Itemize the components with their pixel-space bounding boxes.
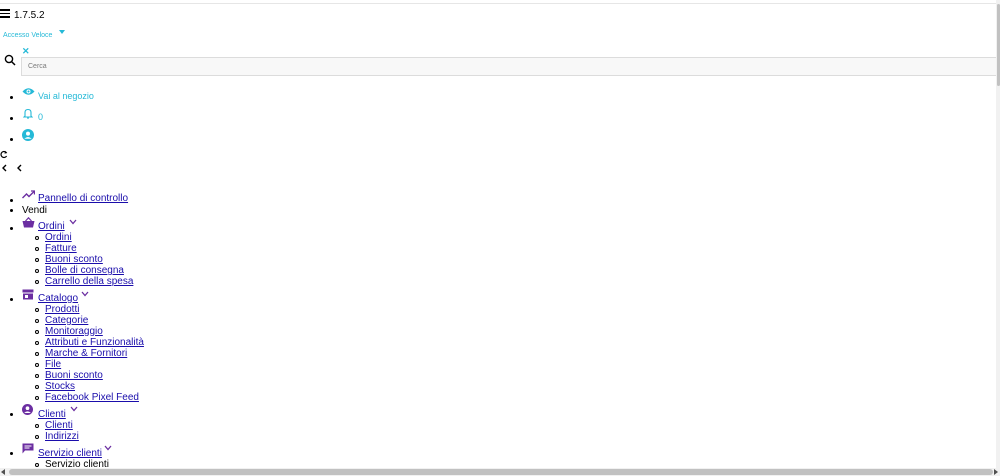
nav-item-categories[interactable]: Categorie: [45, 315, 88, 326]
top-divider: [0, 3, 996, 4]
list-bullet: [35, 352, 39, 356]
list-bullet: [35, 236, 39, 240]
nav-item-monitoring[interactable]: Monitoraggio: [45, 326, 103, 337]
bell-icon[interactable]: [23, 108, 33, 119]
store-icon: [22, 289, 34, 300]
chevron-down-icon[interactable]: [104, 445, 112, 451]
eye-icon: [22, 88, 35, 95]
list-bullet: [35, 280, 39, 284]
search-input[interactable]: [22, 59, 988, 74]
list-bullet: [10, 117, 13, 120]
menu-icon[interactable]: [0, 9, 10, 20]
list-bullet: [35, 330, 39, 334]
list-bullet: [10, 199, 13, 202]
list-bullet: [35, 308, 39, 312]
shop-link[interactable]: Vai al negozio: [38, 91, 94, 101]
nav-item-attributes[interactable]: Attributi e Funzionalità: [45, 337, 144, 348]
list-bullet: [35, 258, 39, 262]
chevron-left-icon[interactable]: [16, 164, 23, 172]
list-bullet: [35, 385, 39, 389]
list-bullet: [35, 435, 39, 439]
list-bullet: [10, 96, 13, 99]
refresh-icon[interactable]: [0, 150, 8, 159]
nav-item-facebook-feed[interactable]: Facebook Pixel Feed: [45, 392, 139, 403]
list-bullet: [10, 138, 13, 141]
list-bullet: [35, 319, 39, 323]
list-bullet: [35, 341, 39, 345]
list-bullet: [10, 298, 13, 301]
list-bullet: [35, 424, 39, 428]
nav-group-orders[interactable]: Ordini: [38, 221, 65, 232]
chat-icon: [22, 443, 34, 454]
nav-group-catalog[interactable]: Catalogo: [38, 293, 78, 304]
quick-access-link[interactable]: Accesso Veloce: [3, 32, 52, 39]
search-box[interactable]: [21, 57, 997, 76]
nav-item-addresses[interactable]: Indirizzi: [45, 431, 79, 442]
chevron-left-icon[interactable]: [1, 164, 8, 172]
caret-down-icon[interactable]: [59, 30, 65, 34]
chevron-down-icon[interactable]: [70, 406, 78, 412]
list-bullet: [35, 247, 39, 251]
nav-item-files[interactable]: File: [45, 359, 61, 370]
list-bullet: [35, 463, 39, 467]
nav-dashboard[interactable]: Pannello di controllo: [38, 193, 128, 204]
user-icon[interactable]: [22, 129, 34, 141]
nav-item-invoices[interactable]: Fatture: [45, 243, 77, 254]
nav-group-customers[interactable]: Clienti: [38, 409, 66, 420]
horizontal-scroll-thumb[interactable]: [9, 469, 993, 475]
nav-item-orders[interactable]: Ordini: [45, 232, 72, 243]
basket-icon: [22, 217, 35, 228]
notification-count: 0: [38, 112, 44, 122]
nav-section-sell: Vendi: [22, 205, 48, 216]
scroll-left-arrow-icon[interactable]: [1, 469, 5, 475]
user-icon: [22, 404, 33, 415]
nav-item-brands[interactable]: Marche & Fornitori: [45, 348, 127, 359]
list-bullet: [35, 396, 39, 400]
list-bullet: [10, 413, 13, 416]
nav-group-customer-service[interactable]: Servizio clienti: [38, 448, 102, 459]
scroll-right-arrow-icon[interactable]: [994, 469, 998, 475]
nav-item-delivery-slips[interactable]: Bolle di consegna: [45, 265, 124, 276]
list-bullet: [10, 209, 13, 212]
list-bullet: [10, 452, 13, 455]
version-label: 1.7.5.2: [14, 10, 45, 21]
close-icon[interactable]: ✕: [22, 46, 30, 57]
nav-item-stocks[interactable]: Stocks: [45, 381, 75, 392]
list-bullet: [35, 363, 39, 367]
search-icon[interactable]: [4, 54, 16, 66]
list-bullet: [10, 227, 13, 230]
nav-item-customers[interactable]: Clienti: [45, 420, 73, 431]
list-bullet: [35, 269, 39, 273]
nav-item-products[interactable]: Prodotti: [45, 304, 79, 315]
nav-item-vouchers[interactable]: Buoni sconto: [45, 254, 103, 265]
nav-item-discounts[interactable]: Buoni sconto: [45, 370, 103, 381]
trending-up-icon: [22, 190, 35, 199]
nav-item-carts[interactable]: Carrello della spesa: [45, 276, 133, 287]
chevron-down-icon[interactable]: [69, 219, 77, 225]
chevron-down-icon[interactable]: [81, 291, 89, 297]
list-bullet: [35, 374, 39, 378]
